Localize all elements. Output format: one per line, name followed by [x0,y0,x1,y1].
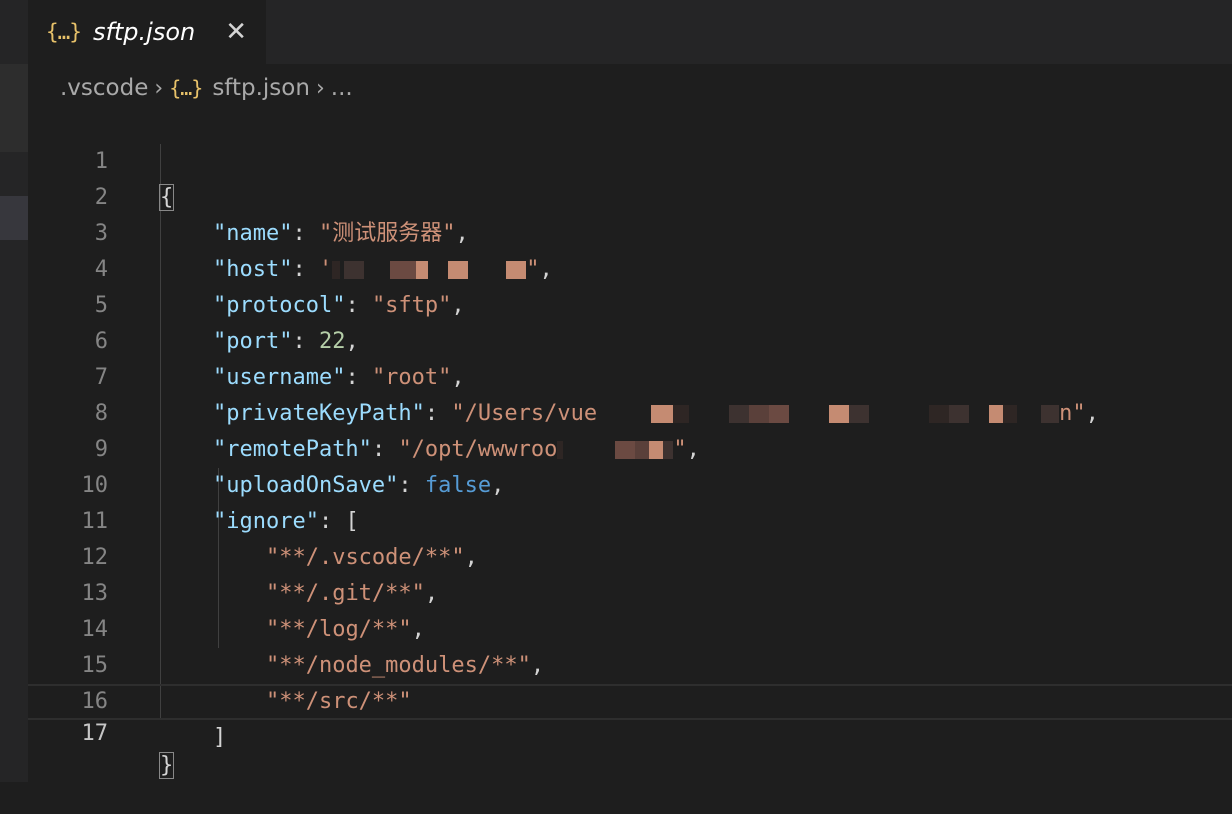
activity-bar-item[interactable] [0,64,28,152]
code-line: 15 "**/src/**" [28,612,1232,714]
code-line: 9 "uploadOnSave": false, [28,396,1232,498]
code-line: 12 "**/.git/**", [28,504,1232,606]
code-line: 2 "name": "测试服务器", [28,144,1232,246]
code-line: 16 ] [28,648,1232,750]
code-line: 10 "ignore": [ [28,432,1232,534]
json-file-icon: {…} [46,20,82,44]
line-number: 17 [81,721,109,746]
code-line-current: 17 } [28,684,1232,779]
breadcrumb-file[interactable]: sftp.json [212,75,310,101]
code-editor[interactable]: 1 { 2 "name": "测试服务器", 3 "host": ' ", 4 "… [28,108,1232,782]
breadcrumb-symbols[interactable]: ... [331,75,353,101]
code-line: 7 "privateKeyPath": "/Users/vue n", [28,324,1232,426]
tab-bar: {…} sftp.json ✕ [28,0,1232,64]
array-close: ] [212,725,227,750]
code-content: } [158,750,175,782]
code-line: 4 "protocol": "sftp", [28,216,1232,318]
activity-bar [0,0,28,782]
chevron-right-icon: › [315,75,325,101]
breadcrumb-folder[interactable]: .vscode [60,75,148,101]
code-line: 6 "username": "root", [28,288,1232,390]
brace-close: } [158,752,175,779]
chevron-right-icon: › [154,75,164,101]
code-line: 3 "host": ' ", [28,180,1232,282]
activity-bar-item-active[interactable] [0,196,28,240]
close-icon[interactable]: ✕ [225,17,247,47]
json-file-icon: {…} [169,76,203,100]
code-line: 1 { [28,108,1232,211]
code-line: 8 "remotePath": "/opt/wwwroo ", [28,360,1232,462]
code-line: 14 "**/node_modules/**", [28,576,1232,678]
tab-sftp-json[interactable]: {…} sftp.json ✕ [28,0,266,64]
code-line: 5 "port": 22, [28,252,1232,354]
code-line: 11 "**/.vscode/**", [28,468,1232,570]
tab-title: sftp.json [92,18,196,46]
code-line: 13 "**/log/**", [28,540,1232,642]
breadcrumb: .vscode › {…} sftp.json › ... [60,70,353,106]
